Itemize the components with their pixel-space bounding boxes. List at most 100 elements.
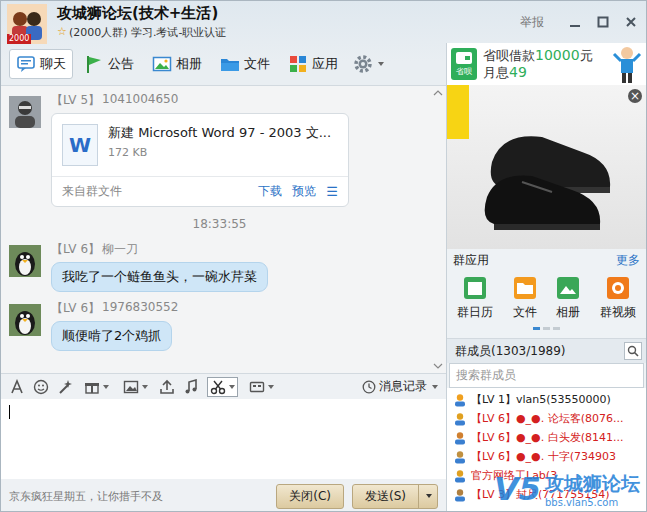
wallet-icon [455, 51, 473, 65]
side-panel: 省呗省呗借款10000元月息49×群应用更多群日历文件相册群视频群成员(1303… [446, 43, 646, 511]
page-dot[interactable] [533, 327, 540, 330]
file-source: 来自群文件 [62, 183, 122, 200]
loan-ad[interactable]: 省呗省呗借款10000元月息49 [447, 43, 646, 85]
image-button[interactable] [120, 377, 151, 397]
group-info: (2000人群) 学习.考试-职业认证 [69, 25, 227, 40]
tab[interactable]: 应用 [281, 49, 345, 79]
footer-button[interactable]: 关闭(C) [276, 484, 344, 509]
button-dropdown[interactable] [418, 485, 437, 508]
tab-label: 文件 [244, 55, 270, 73]
more-tools-button[interactable] [246, 377, 277, 397]
word-file-icon: W [62, 124, 98, 166]
group-app[interactable]: 群视频 [600, 276, 636, 321]
penguin-avatar-icon[interactable] [9, 245, 41, 277]
tab[interactable]: 公告 [77, 49, 141, 79]
member-panel: 群成员(1303/1989)搜索群成员【LV 1】vlan5(53550000)… [447, 339, 646, 511]
more-link[interactable]: 更多 [616, 252, 640, 269]
ad-close-button[interactable]: × [628, 89, 642, 103]
window-body: 聊天公告相册文件应用【LV 5】1041004650W新建 Microsoft … [1, 43, 646, 511]
window-subtitle: ☆(2000人群) 学习.考试-职业认证 [57, 25, 226, 40]
ad-line: 省呗借款10000元 [483, 47, 606, 64]
apps-icon [288, 54, 308, 74]
group-avatar[interactable]: 2000 [7, 4, 47, 44]
upload-icon[interactable] [159, 379, 175, 395]
music-icon[interactable] [183, 379, 199, 395]
scroll-up-icon[interactable] [433, 89, 443, 97]
footer-button[interactable]: 发送(S) [352, 484, 438, 509]
app-list: 群日历文件相册群视频 [447, 272, 646, 323]
dropdown-caret [142, 385, 148, 389]
member-row[interactable]: 【LV 6】●_●. 十字(734903 [447, 447, 646, 466]
input-toolbar: 消息记录 [1, 373, 446, 399]
report-button[interactable]: 举报 [520, 14, 544, 31]
ad-text: 省呗借款10000元月息49 [483, 47, 606, 81]
maximize-icon[interactable] [596, 15, 610, 29]
ad-logo: 省呗 [451, 48, 477, 80]
gift-button[interactable] [81, 377, 112, 397]
file-action-link[interactable]: 下载 [258, 183, 282, 200]
page-dot[interactable] [553, 327, 560, 330]
tab[interactable]: 聊天 [9, 49, 73, 79]
member-level: 【LV 6】 [51, 300, 100, 317]
file-size: 172 KB [108, 146, 331, 159]
member-level: 【LV 6】 [51, 241, 100, 258]
member-icon [453, 450, 467, 464]
dropdown-caret [378, 62, 384, 66]
scissors-icon [210, 379, 226, 395]
group-app[interactable]: 群日历 [457, 276, 493, 321]
member-search-button[interactable] [624, 342, 642, 360]
screenshot-button[interactable] [207, 377, 238, 397]
sender-name[interactable]: 柳一刀 [102, 241, 138, 258]
screen-icon [249, 379, 265, 395]
settings-button[interactable] [349, 50, 388, 78]
member-row[interactable]: 【LV 6】●_●. 论坛客(8076... [447, 409, 646, 428]
ad-text-part: 49 [509, 64, 527, 80]
group-app[interactable]: 文件 [513, 276, 537, 321]
footer-ad-link[interactable]: 京东疯狂星期五，让你措手不及 [9, 489, 163, 504]
member-icon [453, 412, 467, 426]
message-header: 【LV 6】柳一刀 [51, 241, 268, 258]
file-action-link[interactable]: 预览 [292, 183, 316, 200]
window-title: 攻城狮论坛(技术+生活) [57, 4, 226, 23]
penguin-avatar-icon[interactable] [9, 304, 41, 336]
tab[interactable]: 相册 [145, 49, 209, 79]
sender-name[interactable]: 1976830552 [102, 300, 178, 317]
file-card[interactable]: W新建 Microsoft Word 97 - 2003 文...172 KB来… [51, 113, 349, 207]
close-icon[interactable] [624, 15, 638, 29]
sender-name[interactable]: 1041004650 [102, 92, 178, 109]
app-icon [463, 276, 487, 300]
message-history-button[interactable]: 消息记录 [362, 378, 438, 395]
page-dot[interactable] [543, 327, 550, 330]
emoji-icon[interactable] [33, 379, 49, 395]
text-cursor [9, 405, 10, 419]
product-ad[interactable]: × [447, 85, 646, 249]
cartoon-figure-icon [612, 44, 642, 84]
file-menu-button[interactable]: ☰ [326, 184, 338, 199]
tab[interactable]: 文件 [213, 49, 277, 79]
member-row[interactable]: 【LV 3】封尺(771755154) [447, 485, 646, 504]
message: 【LV 5】1041004650W新建 Microsoft Word 97 - … [9, 92, 430, 207]
font-icon[interactable] [9, 379, 25, 395]
title-bar: 2000 攻城狮论坛(技术+生活) ☆(2000人群) 学习.考试-职业认证 举报 [1, 1, 646, 43]
member-row[interactable]: 【LV 1】vlan5(53550000) [447, 390, 646, 409]
scroll-down-icon[interactable] [433, 362, 443, 370]
chat-column: 聊天公告相册 文件应用【LV 5】1041004650W新建 Microsoft … [1, 43, 446, 511]
message-input[interactable] [1, 399, 446, 479]
member-list: 【LV 1】vlan5(53550000)【LV 6】●_●. 论坛客(8076… [447, 388, 646, 511]
magic-wand-icon[interactable] [57, 379, 73, 395]
member-row[interactable]: 官方网络工Lab(3 [447, 466, 646, 485]
message-time: 18:33:55 [9, 215, 430, 233]
user-photo-icon[interactable] [9, 96, 41, 128]
member-row[interactable]: 【LV 6】●_●. 白头发(8141... [447, 428, 646, 447]
member-search-field[interactable]: 搜索群成员 [449, 363, 644, 388]
app-icon [606, 276, 630, 300]
ad-logo-text: 省呗 [456, 66, 472, 77]
group-app[interactable]: 相册 [556, 276, 580, 321]
app-icon [513, 276, 537, 300]
history-label: 消息记录 [379, 378, 427, 395]
minimize-icon[interactable] [568, 15, 582, 29]
search-icon [627, 345, 639, 357]
gear-icon [353, 54, 373, 74]
message-content: 【LV 5】1041004650W新建 Microsoft Word 97 - … [51, 92, 349, 207]
tab-label: 聊天 [40, 55, 66, 73]
